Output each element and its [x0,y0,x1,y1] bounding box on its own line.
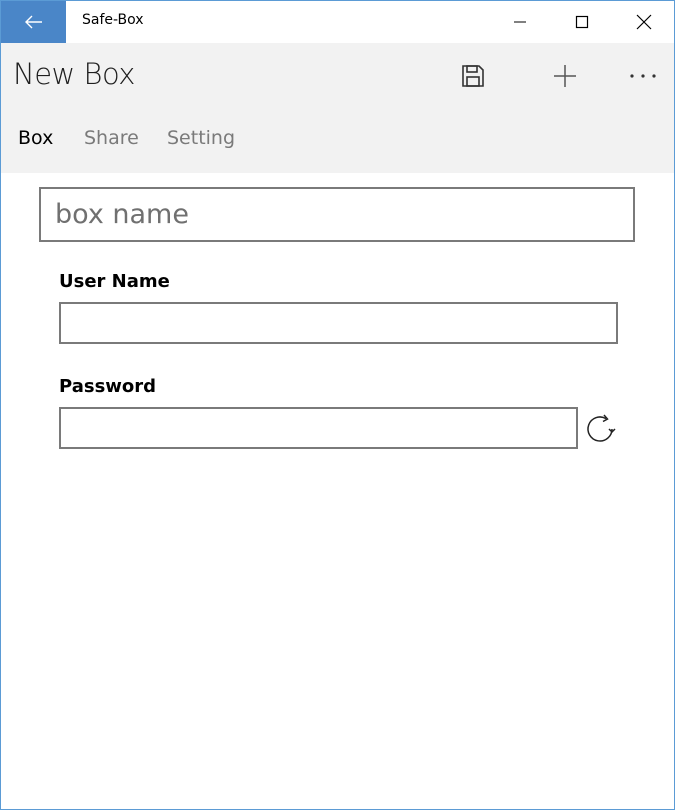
tab-bar: Box Share Setting [1,127,674,157]
close-button[interactable] [613,1,674,43]
tab-setting[interactable]: Setting [167,127,235,149]
maximize-button[interactable] [551,1,613,43]
save-icon [462,65,484,87]
password-input[interactable] [59,407,578,449]
more-button[interactable] [611,51,674,101]
close-icon [636,14,652,30]
app-window: Safe-Box New Box Box Share Setting box n… [0,0,675,810]
page-header: New Box Box Share Setting [1,43,674,173]
arrow-left-icon [24,15,42,29]
plus-icon [554,65,576,87]
tab-box[interactable]: Box [18,127,53,149]
window-title: Safe-Box [82,12,144,28]
user-name-input[interactable] [59,302,618,344]
box-name-input[interactable] [39,187,635,242]
password-label: Password [59,376,157,397]
user-name-label: User Name [59,271,170,292]
tab-share[interactable]: Share [84,127,139,149]
add-button[interactable] [533,51,597,101]
more-icon [630,74,656,78]
generate-password-button[interactable] [583,411,619,447]
maximize-icon [575,15,589,29]
title-bar: Safe-Box [1,1,674,43]
save-button[interactable] [441,51,505,101]
back-button[interactable] [1,1,66,43]
page-title: New Box [13,57,135,91]
minimize-icon [514,21,526,23]
minimize-button[interactable] [489,1,551,43]
refresh-icon [587,414,616,442]
